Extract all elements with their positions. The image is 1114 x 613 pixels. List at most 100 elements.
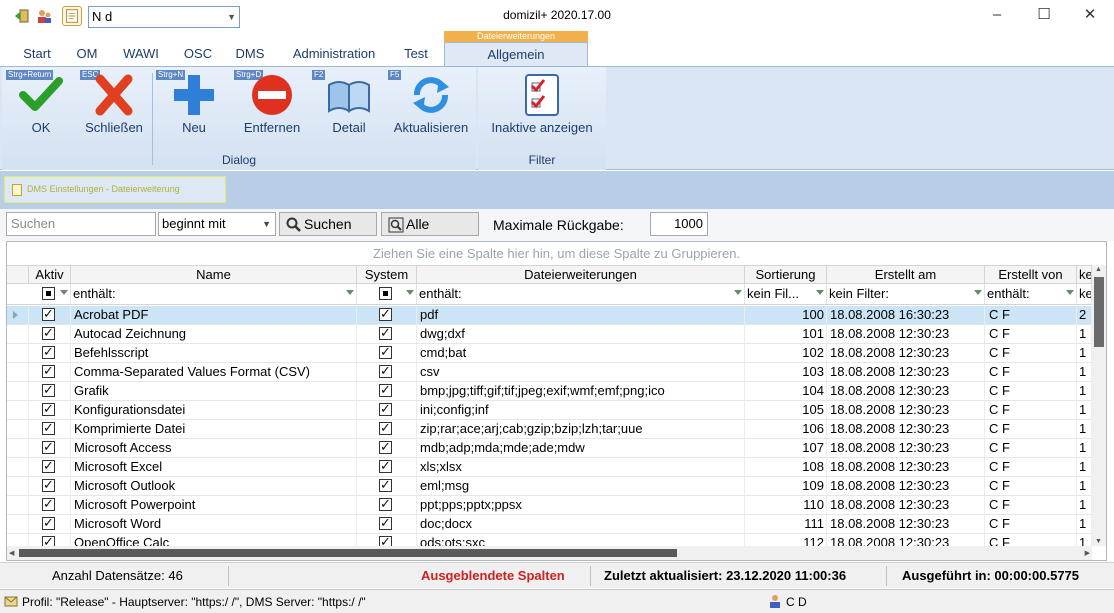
row-active-checkbox[interactable] xyxy=(42,401,55,417)
detail-button[interactable]: F2 Detail xyxy=(312,69,386,141)
tab-om[interactable]: OM xyxy=(70,42,104,66)
row-system-checkbox[interactable] xyxy=(379,382,392,398)
row-created[interactable]: 18.08.2008 12:30:23 xyxy=(827,325,985,343)
row-system-checkbox[interactable] xyxy=(379,420,392,436)
row-created-by[interactable]: C F xyxy=(985,420,1077,438)
row-created-by[interactable]: C F xyxy=(985,534,1077,546)
row-system-checkbox[interactable] xyxy=(379,477,392,493)
row-created[interactable]: 18.08.2008 16:30:23 xyxy=(827,306,985,324)
row-created-by[interactable]: C F xyxy=(985,439,1077,457)
row-last[interactable]: 1 xyxy=(1077,496,1092,514)
column-header-created[interactable]: Erstellt am xyxy=(827,266,985,284)
row-system-checkbox-cell[interactable] xyxy=(357,515,417,533)
filter-icon[interactable] xyxy=(734,290,742,295)
row-created[interactable]: 18.08.2008 12:30:23 xyxy=(827,515,985,533)
row-system-checkbox-cell[interactable] xyxy=(357,477,417,495)
row-sort[interactable]: 101 xyxy=(745,325,827,343)
row-extensions[interactable]: ppt;pps;pptx;ppsx xyxy=(417,496,745,514)
table-row[interactable]: Acrobat PDF pdf10018.08.2008 16:30:23C F2 xyxy=(7,306,1092,325)
row-active-checkbox-cell[interactable] xyxy=(29,458,71,476)
remove-button[interactable]: Strg+D Entfernen xyxy=(234,69,310,141)
row-name[interactable]: Acrobat PDF xyxy=(71,306,357,324)
row-sort[interactable]: 102 xyxy=(745,344,827,362)
row-active-checkbox-cell[interactable] xyxy=(29,515,71,533)
tab-administration[interactable]: Administration xyxy=(280,42,388,66)
table-row[interactable]: Komprimierte Datei zip;rar;ace;arj;cab;gz… xyxy=(7,420,1092,439)
row-created-by[interactable]: C F xyxy=(985,515,1077,533)
row-last[interactable]: 1 xyxy=(1077,534,1092,546)
row-system-checkbox[interactable] xyxy=(379,325,392,341)
tab-test[interactable]: Test xyxy=(394,42,438,66)
row-last[interactable]: 1 xyxy=(1077,382,1092,400)
table-row[interactable]: Konfigurationsdatei ini;config;inf10518.0… xyxy=(7,401,1092,420)
row-system-checkbox[interactable] xyxy=(379,534,392,546)
column-header-created-by[interactable]: Erstellt von xyxy=(985,266,1077,284)
tab-osc[interactable]: OSC xyxy=(176,42,220,66)
filter-last[interactable]: ke xyxy=(1077,284,1092,304)
filter-icon[interactable] xyxy=(816,290,824,295)
minimize-button[interactable]: – xyxy=(987,6,1007,26)
max-return-input[interactable]: 1000 xyxy=(650,212,708,236)
horizontal-scrollbar[interactable]: ◀ ▶ xyxy=(7,546,1092,560)
tab-dms[interactable]: DMS xyxy=(228,42,272,66)
row-created-by[interactable]: C F xyxy=(985,477,1077,495)
row-active-checkbox[interactable] xyxy=(42,515,55,531)
row-last[interactable]: 1 xyxy=(1077,325,1092,343)
filter-created[interactable]: kein Filter: xyxy=(827,284,985,304)
table-row[interactable]: Befehlsscript cmd;bat10218.08.2008 12:30:… xyxy=(7,344,1092,363)
all-button[interactable]: Alle xyxy=(381,212,479,236)
row-active-checkbox[interactable] xyxy=(42,325,55,341)
search-button[interactable]: Suchen xyxy=(279,212,377,236)
row-name[interactable]: Microsoft Powerpoint xyxy=(71,496,357,514)
row-name[interactable]: Befehlsscript xyxy=(71,344,357,362)
row-sort[interactable]: 100 xyxy=(745,306,827,324)
row-created-by[interactable]: C F xyxy=(985,458,1077,476)
row-sort[interactable]: 112 xyxy=(745,534,827,546)
row-sort[interactable]: 110 xyxy=(745,496,827,514)
column-header-aktiv[interactable]: Aktiv xyxy=(29,266,71,284)
row-system-checkbox-cell[interactable] xyxy=(357,363,417,381)
row-active-checkbox[interactable] xyxy=(42,363,55,379)
row-system-checkbox[interactable] xyxy=(379,344,392,360)
row-extensions[interactable]: bmp;jpg;tiff;gif;tif;jpeg;exif;wmf;emf;p… xyxy=(417,382,745,400)
row-name[interactable]: Microsoft Excel xyxy=(71,458,357,476)
row-active-checkbox[interactable] xyxy=(42,439,55,455)
table-row[interactable]: Grafik bmp;jpg;tiff;gif;tif;jpeg;exif;wmf… xyxy=(7,382,1092,401)
row-sort[interactable]: 103 xyxy=(745,363,827,381)
table-row[interactable]: Microsoft Word doc;docx11118.08.2008 12:3… xyxy=(7,515,1092,534)
row-name[interactable]: Konfigurationsdatei xyxy=(71,401,357,419)
row-created-by[interactable]: C F xyxy=(985,325,1077,343)
row-created-by[interactable]: C F xyxy=(985,401,1077,419)
row-extensions[interactable]: ods;ots;sxc xyxy=(417,534,745,546)
row-created[interactable]: 18.08.2008 12:30:23 xyxy=(827,420,985,438)
row-system-checkbox-cell[interactable] xyxy=(357,382,417,400)
row-extensions[interactable]: eml;msg xyxy=(417,477,745,495)
tab-start[interactable]: Start xyxy=(14,42,60,66)
row-active-checkbox[interactable] xyxy=(42,534,55,546)
row-created-by[interactable]: C F xyxy=(985,363,1077,381)
search-input[interactable]: Suchen xyxy=(6,212,156,236)
ok-button[interactable]: Strg+Return OK xyxy=(6,69,76,141)
row-system-checkbox[interactable] xyxy=(379,363,392,379)
scroll-right-icon[interactable]: ▶ xyxy=(1085,549,1090,557)
row-system-checkbox-cell[interactable] xyxy=(357,420,417,438)
maximize-button[interactable]: ☐ xyxy=(1034,6,1054,26)
row-name[interactable]: Komprimierte Datei xyxy=(71,420,357,438)
row-extensions[interactable]: cmd;bat xyxy=(417,344,745,362)
row-system-checkbox-cell[interactable] xyxy=(357,401,417,419)
document-tab[interactable]: DMS Einstellungen - Dateierweiterung xyxy=(4,176,226,203)
row-created[interactable]: 18.08.2008 12:30:23 xyxy=(827,477,985,495)
row-extensions[interactable]: dwg;dxf xyxy=(417,325,745,343)
row-extensions[interactable]: doc;docx xyxy=(417,515,745,533)
table-row[interactable]: OpenOffice Calc ods;ots;sxc11218.08.2008 … xyxy=(7,534,1092,546)
row-name[interactable]: OpenOffice Calc xyxy=(71,534,357,546)
row-last[interactable]: 2 xyxy=(1077,306,1092,324)
row-created[interactable]: 18.08.2008 12:30:23 xyxy=(827,534,985,546)
row-last[interactable]: 1 xyxy=(1077,344,1092,362)
row-name[interactable]: Microsoft Word xyxy=(71,515,357,533)
row-active-checkbox[interactable] xyxy=(42,344,55,360)
row-created[interactable]: 18.08.2008 12:30:23 xyxy=(827,496,985,514)
filter-icon[interactable] xyxy=(1066,290,1074,295)
row-sort[interactable]: 111 xyxy=(745,515,827,533)
search-mode-select[interactable]: beginnt mit ▼ xyxy=(158,212,276,236)
